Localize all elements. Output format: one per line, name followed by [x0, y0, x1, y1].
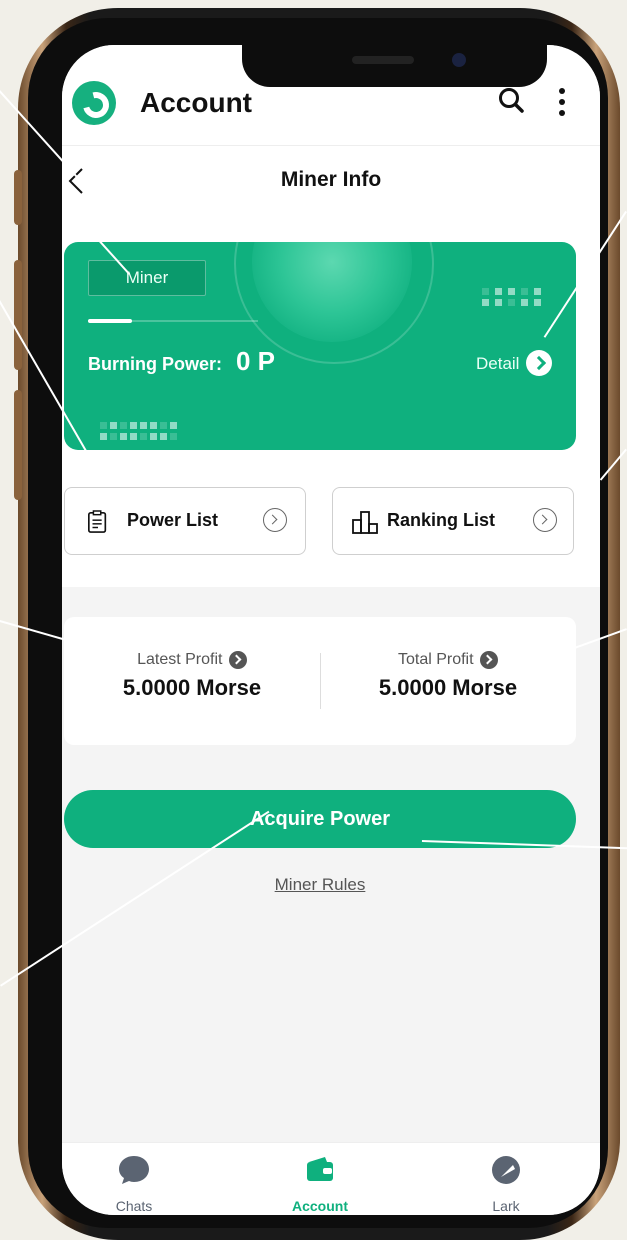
- tab-chats[interactable]: Chats: [74, 1153, 194, 1214]
- phone-side-button: [14, 390, 22, 500]
- total-profit-value: 5.0000 Morse: [378, 675, 518, 701]
- subheader: Miner Info: [62, 145, 600, 218]
- total-profit: Total Profit 5.0000 Morse: [320, 651, 576, 701]
- miner-progress-bar: [88, 319, 258, 323]
- miner-progress-fill: [88, 319, 133, 323]
- latest-profit-label: Latest Profit: [137, 651, 223, 669]
- detail-link[interactable]: Detail: [476, 354, 519, 374]
- tab-label: Account: [292, 1198, 348, 1214]
- wallet-icon: [307, 1157, 333, 1181]
- tab-account[interactable]: Account: [260, 1153, 380, 1214]
- decorative-dots: [100, 422, 177, 440]
- speaker: [352, 56, 414, 64]
- phone-side-button: [14, 260, 22, 370]
- bottom-tab-bar: Chats Account Lark: [62, 1142, 600, 1215]
- ranking-list-label: Ranking List: [387, 510, 496, 530]
- chevron-right-icon[interactable]: [526, 350, 552, 376]
- camera: [452, 53, 466, 67]
- burning-power-label: Burning Power:: [88, 354, 222, 374]
- latest-profit-value: 5.0000 Morse: [122, 675, 262, 701]
- burning-power-value: 0 P: [236, 346, 276, 376]
- more-vertical-icon[interactable]: [558, 87, 566, 117]
- chevron-right-icon: [263, 508, 287, 532]
- tab-label: Lark: [492, 1198, 520, 1214]
- miner-tag: Miner: [88, 260, 206, 296]
- app-screen: Account Miner Info Miner Burning Power: …: [62, 45, 600, 1215]
- clipboard-icon: [88, 510, 107, 533]
- tab-label: Chats: [115, 1198, 153, 1214]
- total-profit-label: Total Profit: [397, 651, 474, 669]
- acquire-power-button[interactable]: Acquire Power: [64, 790, 576, 848]
- decorative-dots: [482, 288, 541, 306]
- ranking-bars-icon: [352, 511, 378, 534]
- phone-notch: [242, 45, 547, 87]
- app-logo-icon: [72, 81, 116, 125]
- tab-lark[interactable]: Lark: [446, 1153, 566, 1214]
- power-list-button[interactable]: Power List: [64, 487, 306, 555]
- phone-side-button: [14, 170, 22, 225]
- ranking-list-button[interactable]: Ranking List: [332, 487, 574, 555]
- miner-card: Miner Burning Power: 0 P Detail: [64, 242, 576, 450]
- page-title: Account: [140, 87, 252, 118]
- sub-page-title: Miner Info: [280, 168, 382, 191]
- profit-card: Latest Profit 5.0000 Morse Total Profit …: [64, 617, 576, 745]
- power-list-label: Power List: [127, 510, 219, 530]
- chevron-right-icon: [533, 508, 557, 532]
- miner-rules-link[interactable]: Miner Rules: [62, 875, 578, 895]
- search-icon[interactable]: [498, 87, 524, 113]
- chat-bubble-icon: [119, 1156, 149, 1184]
- latest-profit: Latest Profit 5.0000 Morse: [64, 651, 320, 701]
- lark-icon: [492, 1156, 520, 1184]
- chevron-right-icon[interactable]: [480, 651, 499, 669]
- chevron-right-icon[interactable]: [228, 651, 247, 669]
